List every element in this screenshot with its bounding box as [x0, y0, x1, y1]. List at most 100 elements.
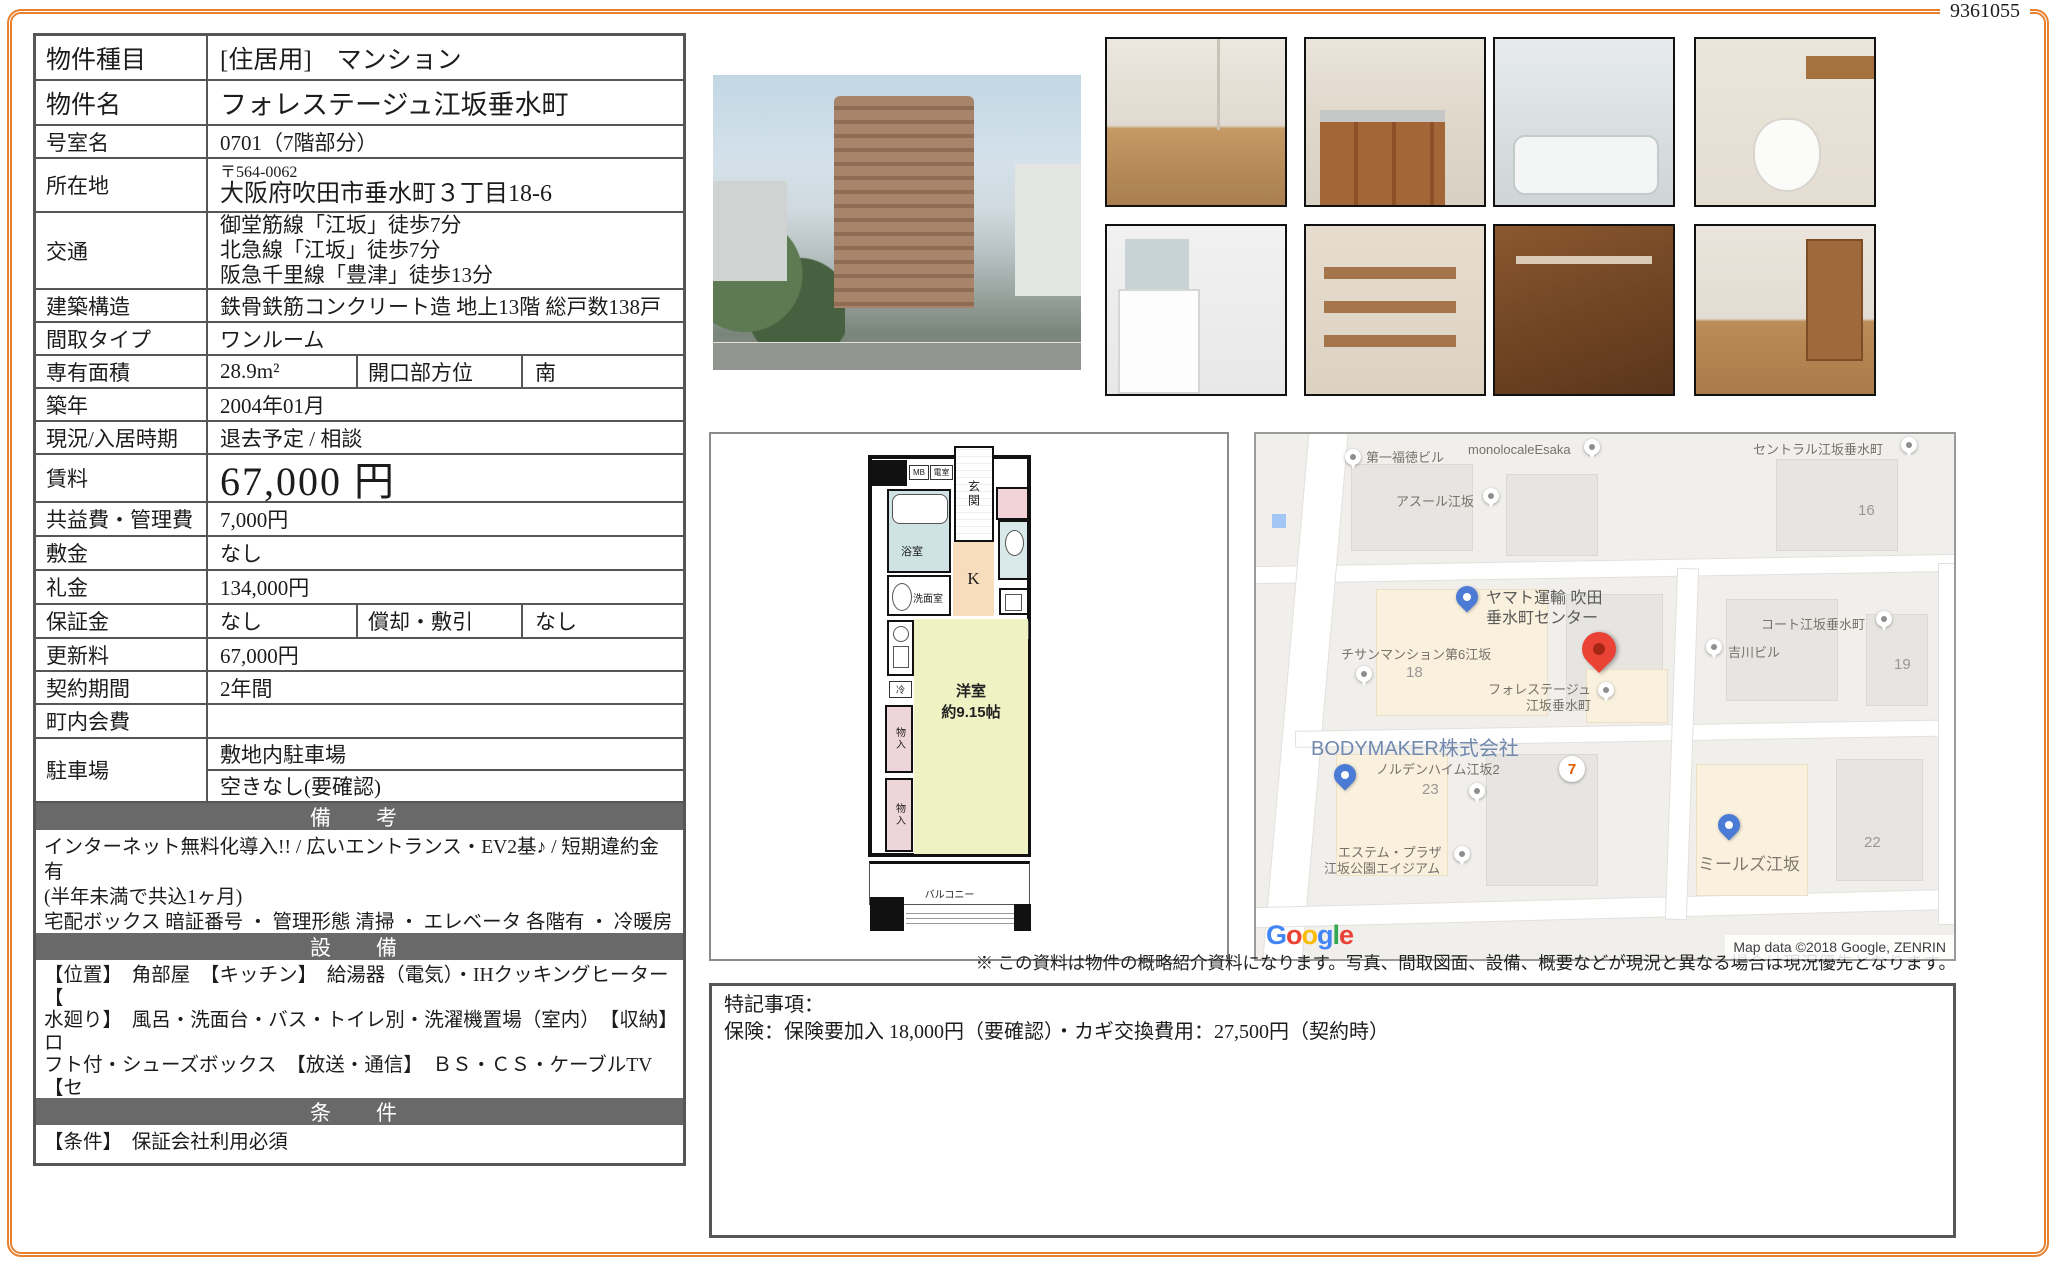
map-building [1586, 669, 1668, 723]
equipment-line: 水廻り】 風呂・洗面台・バス・トイレ別・洗濯機置場（室内） 【収納】 ロ [44, 1010, 675, 1055]
equipment-line: フト付・シューズボックス 【放送・通信】 ＢＳ・ＣＳ・ケーブルTV 【セ [44, 1055, 675, 1098]
row-label: 築年 [36, 389, 208, 420]
photo-detail [1806, 56, 1874, 79]
map-pin-icon [1454, 846, 1470, 862]
conditions-line: 【条件】 保証会社利用必須 [44, 1130, 675, 1155]
floorplan-kitchen-counter [887, 620, 914, 676]
row-label: 建築構造 [36, 290, 208, 321]
document-id: 9361055 [1940, 0, 2030, 23]
google-logo-letter: o [1302, 920, 1318, 950]
address-cell: 〒564-0062 大阪府吹田市垂水町３丁目18-6 [208, 159, 683, 211]
floorplan-column [870, 460, 907, 486]
access-cell: 御堂筋線「江坂」徒歩7分 北急線「江坂」徒歩7分 阪急千里線「豊津」徒歩13分 [208, 213, 683, 288]
photo-road [713, 343, 1081, 370]
map-label: 垂水町センター [1486, 604, 1598, 628]
toilet-icon [1005, 530, 1024, 556]
table-row: 賃料 67,000 円 [36, 455, 683, 503]
row-value: なし [208, 537, 683, 569]
row-label: 保証金 [36, 605, 208, 637]
floorplan-column [1014, 904, 1031, 931]
amortization-value: なし [523, 605, 683, 637]
row-label: 現況/入居時期 [36, 422, 208, 453]
row-label: 所在地 [36, 159, 208, 211]
row-label: 町内会費 [36, 705, 208, 737]
room-label: 洋室 約9.15帖 [914, 681, 1028, 723]
table-row: 交通 御堂筋線「江坂」徒歩7分 北急線「江坂」徒歩7分 阪急千里線「豊津」徒歩1… [36, 213, 683, 290]
stove-icon [893, 646, 909, 668]
floorplan-main-room: 洋室 約9.15帖 [914, 619, 1028, 854]
photo-toilet [1694, 37, 1876, 207]
floorplan-kitchen: K [953, 542, 994, 616]
map-pin-icon [1598, 682, 1614, 698]
map-pin-icon [1876, 611, 1892, 627]
table-row: 敷金 なし [36, 537, 683, 571]
table-row: 礼金 134,000円 [36, 571, 683, 605]
map-road [1262, 432, 1349, 961]
row-label: 更新料 [36, 639, 208, 670]
map-road [1939, 564, 1956, 924]
rent-value: 67,000 円 [208, 455, 683, 501]
facing-value: 南 [523, 356, 683, 387]
map-building [1506, 474, 1598, 556]
map-label: チサンマンション第6江坂 [1341, 644, 1491, 663]
google-logo-letter: G [1266, 920, 1286, 950]
bath-label: 浴室 [901, 543, 923, 559]
floorplan-alcove [996, 487, 1029, 520]
floorplan-entrance: 玄関 [954, 446, 994, 542]
floorplan-fridge: 冷 [889, 681, 912, 698]
parking-cell: 敷地内駐車場 空きなし(要確認) [208, 739, 683, 801]
floorplan-column [870, 897, 904, 931]
postal-code: 〒564-0062 [220, 164, 297, 181]
section-header-remarks: 備 考 [36, 803, 683, 830]
map-pin-seven-eleven-icon: 7 [1559, 756, 1585, 782]
map-attribution: Map data ©2018 Google, ZENRIN [1725, 935, 1954, 959]
map-label: monolocaleEsaka [1468, 442, 1571, 457]
table-row: 物件種目 [住居用] マンション [36, 36, 683, 81]
sink-circle-icon [893, 626, 909, 642]
map-pin-icon [1469, 783, 1485, 799]
map-label: ミールズ江坂 [1698, 850, 1800, 875]
area-value: 28.9m² [208, 356, 358, 387]
map-block-number: 18 [1406, 664, 1423, 681]
photo-side-building [1015, 164, 1081, 297]
photo-detail [1320, 119, 1445, 205]
entrance-label: 玄関 [966, 480, 983, 508]
photo-detail [1806, 239, 1863, 361]
row-label: 共益費・管理費 [36, 503, 208, 535]
section-header-equipment: 設 備 [36, 933, 683, 960]
floorplan-washer-space [999, 588, 1029, 615]
table-row: 所在地 〒564-0062 大阪府吹田市垂水町３丁目18-6 [36, 159, 683, 213]
parking-line: 空きなし(要確認) [208, 771, 683, 801]
map-block-number: 16 [1858, 502, 1875, 519]
photo-detail [1516, 256, 1651, 264]
map-label-business: BODYMAKER株式会社 [1311, 732, 1519, 761]
remarks-text: インターネット無料化導入!! / 広いエントランス・EV2基♪ / 短期違約金有… [36, 830, 683, 933]
floorplan-toilet [998, 520, 1029, 580]
row-value: ワンルーム [208, 323, 683, 354]
map-block-number: 19 [1894, 656, 1911, 673]
row-value: 67,000円 [208, 639, 683, 670]
row-label: 交通 [36, 213, 208, 288]
map-label: 江坂公園エイジアム [1324, 858, 1440, 877]
special-notes-line: 保険：保険要加入 18,000円（要確認）・カギ交換費用：27,500円（契約時… [724, 1019, 1941, 1046]
closet-label: 物入 [892, 727, 907, 751]
photo-kitchen [1304, 37, 1486, 207]
access-line: 御堂筋線「江坂」徒歩7分 [220, 213, 462, 238]
access-line: 北急線「江坂」徒歩7分 [220, 238, 441, 263]
special-notes-box: 特記事項： 保険：保険要加入 18,000円（要確認）・カギ交換費用：27,50… [709, 983, 1956, 1238]
conditions-text: 【条件】 保証会社利用必須 [36, 1125, 683, 1163]
map-label: コート江坂垂水町 [1761, 614, 1865, 633]
map-road [1666, 569, 1698, 919]
remarks-line: 宅配ボックス 暗証番号 ・ 管理形態 清掃 ・ エレベータ 各階有 ・ 冷暖房 [44, 910, 675, 933]
floorplan-drawing: MB 電室 玄関 浴室 K 洗面室 ロフト 約1.2帖 [868, 445, 1035, 934]
row-label: 駐車場 [36, 739, 208, 801]
property-name: フォレステージュ江坂垂水町 [208, 81, 683, 124]
table-row: 号室名 0701（7階部分） [36, 126, 683, 159]
table-row: 更新料 67,000円 [36, 639, 683, 672]
map-label: ノルデンハイム江坂2 [1376, 759, 1500, 778]
map-pin-icon [1901, 437, 1917, 453]
room-size: 約9.15帖 [914, 702, 1028, 723]
row-label: 号室名 [36, 126, 208, 157]
map-label: アスール江坂 [1396, 491, 1474, 510]
remarks-line: インターネット無料化導入!! / 広いエントランス・EV2基♪ / 短期違約金有 [44, 835, 675, 885]
